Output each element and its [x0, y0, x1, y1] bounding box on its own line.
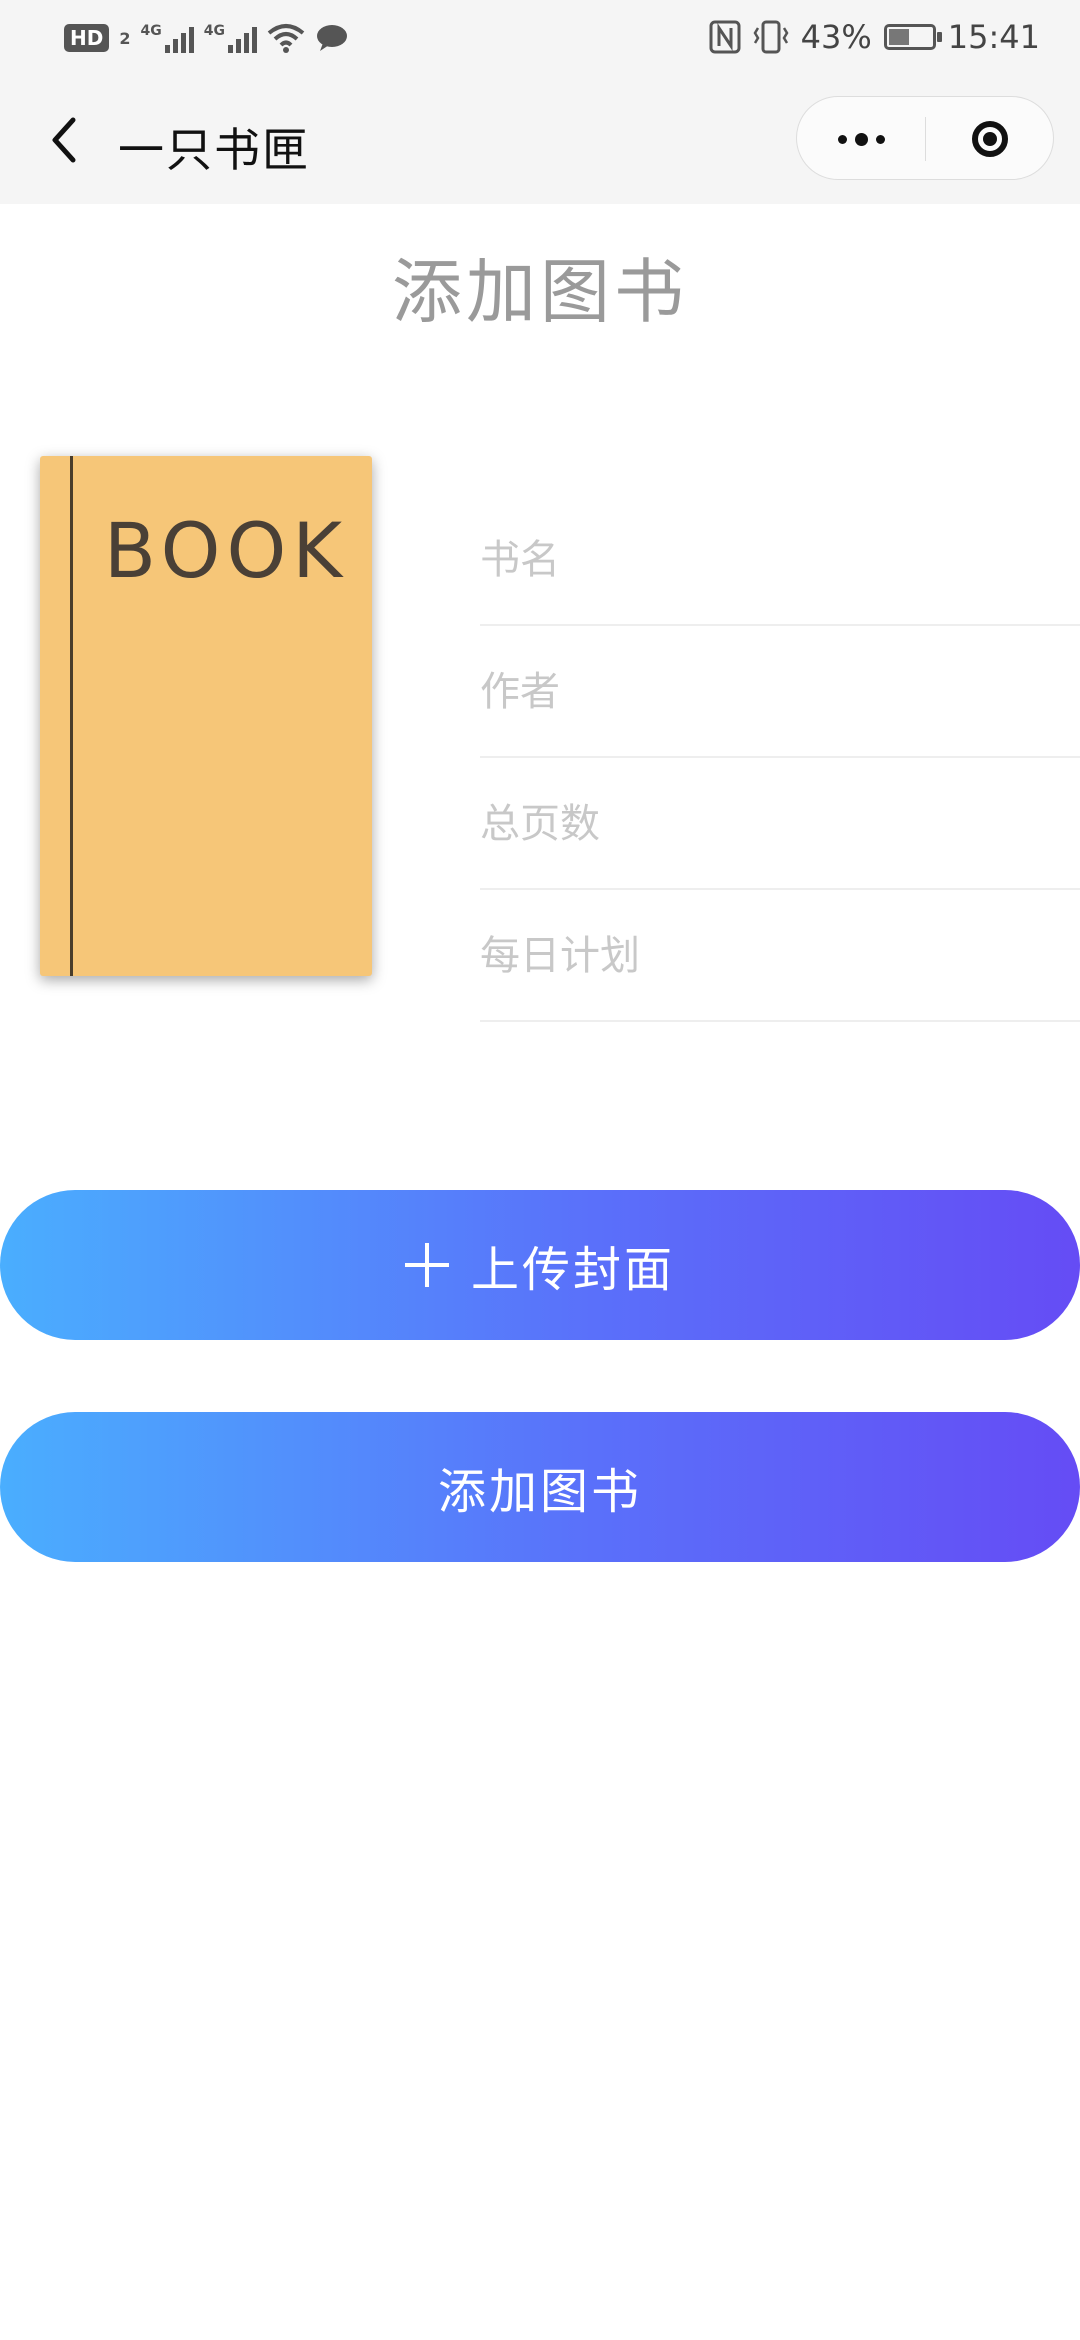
more-button[interactable]	[797, 97, 925, 181]
status-left: HD 2 4G 4G	[64, 18, 349, 58]
field-total-pages	[480, 758, 1080, 890]
hd-badge: HD	[64, 24, 110, 52]
back-button[interactable]	[34, 108, 94, 172]
field-author	[480, 626, 1080, 758]
mini-program-capsule	[796, 96, 1054, 180]
network-type-label-2: 4G	[203, 23, 225, 39]
battery-percent: 43%	[800, 18, 872, 56]
book-name-input[interactable]	[480, 528, 1060, 592]
close-circle-icon	[972, 121, 1008, 157]
book-form	[480, 494, 1080, 1022]
upload-cover-label: 上传封面	[470, 1242, 675, 1298]
network-type-label: 4G	[140, 23, 162, 39]
back-arrow-icon	[52, 117, 76, 163]
more-dots-icon-center	[854, 132, 868, 146]
nav-title: 一只书匣	[118, 123, 310, 177]
more-dots-icon-end	[875, 134, 885, 144]
close-button[interactable]	[926, 97, 1054, 181]
field-daily-plan	[480, 890, 1080, 1022]
add-book-button[interactable]: 添加图书	[0, 1412, 1080, 1562]
status-right: 43% 15:41	[709, 14, 1040, 60]
cover-text: BOOK	[103, 506, 349, 595]
plus-icon	[404, 1243, 449, 1287]
more-dots-icon	[837, 134, 847, 144]
page-title: 添加图书	[392, 251, 688, 333]
hd-sub-label: 2	[119, 28, 131, 48]
add-book-label: 添加图书	[437, 1464, 642, 1520]
battery-fill	[888, 29, 909, 45]
total-pages-input[interactable]	[480, 792, 1060, 856]
signal-icon: 4G	[140, 23, 194, 53]
nfc-icon	[709, 20, 741, 54]
book-cover-image: BOOK	[40, 456, 372, 976]
wifi-icon	[267, 24, 305, 53]
author-input[interactable]	[480, 660, 1060, 724]
nav-bar: 一只书匣	[0, 78, 1080, 204]
signal-icon-2: 4G	[204, 23, 257, 53]
chat-icon	[316, 25, 347, 51]
vibrate-icon	[753, 20, 789, 54]
upload-cover-button[interactable]: 上传封面	[0, 1190, 1080, 1340]
clock: 15:41	[947, 18, 1040, 56]
daily-plan-input[interactable]	[480, 924, 1060, 988]
battery-icon	[883, 24, 942, 50]
status-bar: HD 2 4G 4G 43% 15:41	[0, 0, 1080, 78]
field-book-name	[480, 494, 1080, 626]
